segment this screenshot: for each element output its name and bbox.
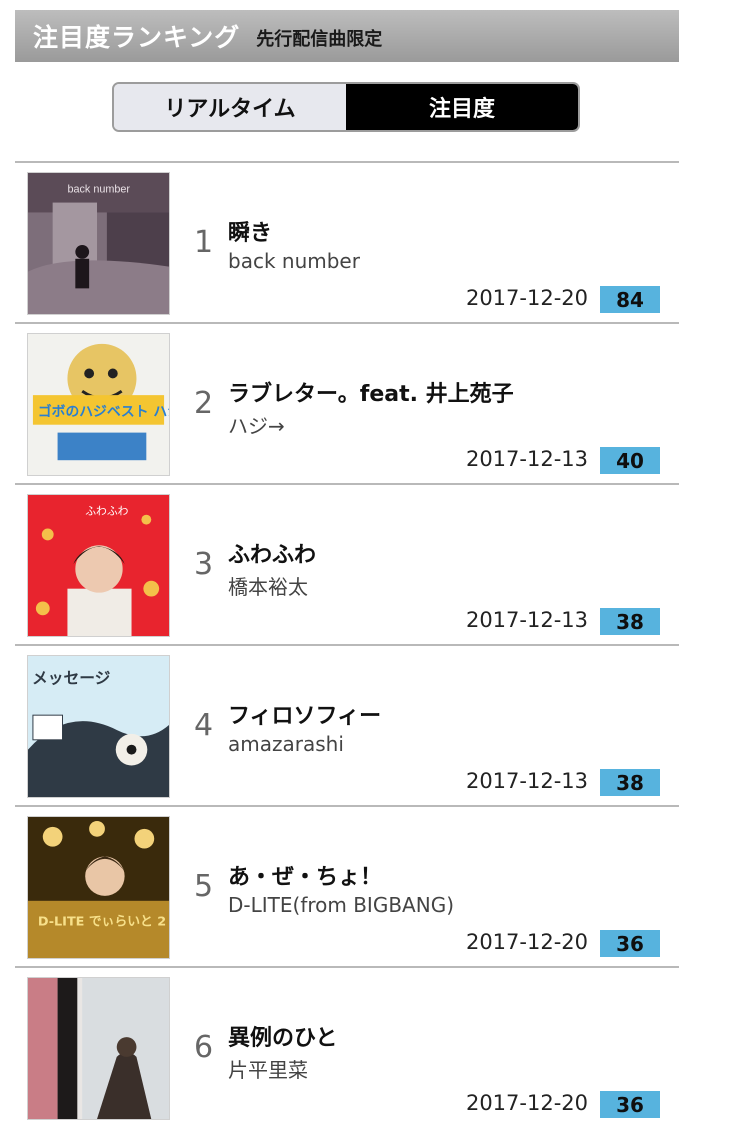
ranking-row[interactable]: メッセージ 4 フィロソフィー amazarashi 2017-12-13 38 — [15, 644, 679, 805]
tab-attention[interactable]: 注目度 — [346, 84, 578, 130]
artist-name[interactable]: 橋本裕太 — [228, 571, 308, 600]
album-cover-art — [28, 978, 169, 1119]
page-subtitle: 先行配信曲限定 — [256, 29, 383, 50]
release-date: 2017-12-20 — [465, 1091, 588, 1115]
rank-number: 4 — [194, 708, 214, 743]
ranking-tab-switcher: リアルタイム 注目度 — [112, 82, 580, 132]
ranking-header: 注目度ランキング 先行配信曲限定 — [15, 10, 679, 62]
release-date: 2017-12-20 — [465, 930, 588, 954]
album-cover-art: back number — [28, 173, 169, 314]
ranking-row[interactable]: back number 1 瞬き back number 2017-12-20 … — [15, 161, 679, 322]
release-date: 2017-12-13 — [465, 447, 588, 471]
rank-number: 5 — [194, 869, 214, 904]
album-cover-label: back number — [67, 184, 130, 196]
album-cover-label: ふわふわ — [85, 505, 128, 518]
ranking-row[interactable]: 6 異例のひと 片平里菜 2017-12-20 36 — [15, 966, 679, 1121]
rank-number: 2 — [194, 386, 214, 421]
tab-realtime[interactable]: リアルタイム — [114, 84, 346, 130]
album-cover: D-LITE でぃらいと 2 — [27, 816, 170, 959]
ranking-row[interactable]: ゴボのハジベスト ハジ→ 2 ラブレター。feat. 井上苑子 ハジ→ 2017… — [15, 322, 679, 483]
album-cover-art: ゴボのハジベスト ハジ→ — [28, 334, 169, 475]
release-date: 2017-12-13 — [465, 769, 588, 793]
album-cover: メッセージ — [27, 655, 170, 798]
score-badge: 38 — [600, 608, 660, 635]
album-cover-art: D-LITE でぃらいと 2 — [28, 817, 169, 958]
album-cover-label: ゴボのハジベスト ハジ→ — [38, 403, 169, 420]
ranking-list: back number 1 瞬き back number 2017-12-20 … — [15, 161, 679, 1121]
album-cover-label: D-LITE でぃらいと 2 — [38, 914, 166, 929]
artist-name[interactable]: D-LITE(from BIGBANG) — [228, 893, 454, 917]
rank-number: 1 — [194, 225, 214, 260]
rank-number: 3 — [194, 547, 214, 582]
release-date: 2017-12-20 — [465, 286, 588, 310]
song-title[interactable]: ラブレター。feat. 井上苑子 — [228, 376, 514, 408]
rank-number: 6 — [194, 1030, 214, 1065]
page-title: 注目度ランキング — [33, 23, 241, 52]
ranking-row[interactable]: D-LITE でぃらいと 2 5 あ・ぜ・ちょ！ D-LITE(from BIG… — [15, 805, 679, 966]
album-cover-art: メッセージ — [28, 656, 169, 797]
artist-name[interactable]: 片平里菜 — [228, 1054, 308, 1083]
song-title[interactable]: ふわふわ — [228, 537, 316, 569]
score-badge: 38 — [600, 769, 660, 796]
album-cover-art: ふわふわ — [28, 495, 169, 636]
song-title[interactable]: 瞬き — [228, 215, 272, 247]
song-title[interactable]: 異例のひと — [228, 1020, 337, 1052]
album-cover — [27, 977, 170, 1120]
artist-name[interactable]: amazarashi — [228, 732, 344, 756]
artist-name[interactable]: back number — [228, 249, 360, 273]
score-badge: 36 — [600, 930, 660, 957]
song-title[interactable]: あ・ぜ・ちょ！ — [228, 859, 382, 891]
album-cover-label: メッセージ — [32, 669, 111, 688]
album-cover: ふわふわ — [27, 494, 170, 637]
release-date: 2017-12-13 — [465, 608, 588, 632]
song-title[interactable]: フィロソフィー — [228, 698, 381, 730]
album-cover: ゴボのハジベスト ハジ→ — [27, 333, 170, 476]
score-badge: 84 — [600, 286, 660, 313]
score-badge: 40 — [600, 447, 660, 474]
album-cover: back number — [27, 172, 170, 315]
score-badge: 36 — [600, 1091, 660, 1118]
ranking-row[interactable]: ふわふわ 3 ふわふわ 橋本裕太 2017-12-13 38 — [15, 483, 679, 644]
artist-name[interactable]: ハジ→ — [228, 410, 285, 439]
